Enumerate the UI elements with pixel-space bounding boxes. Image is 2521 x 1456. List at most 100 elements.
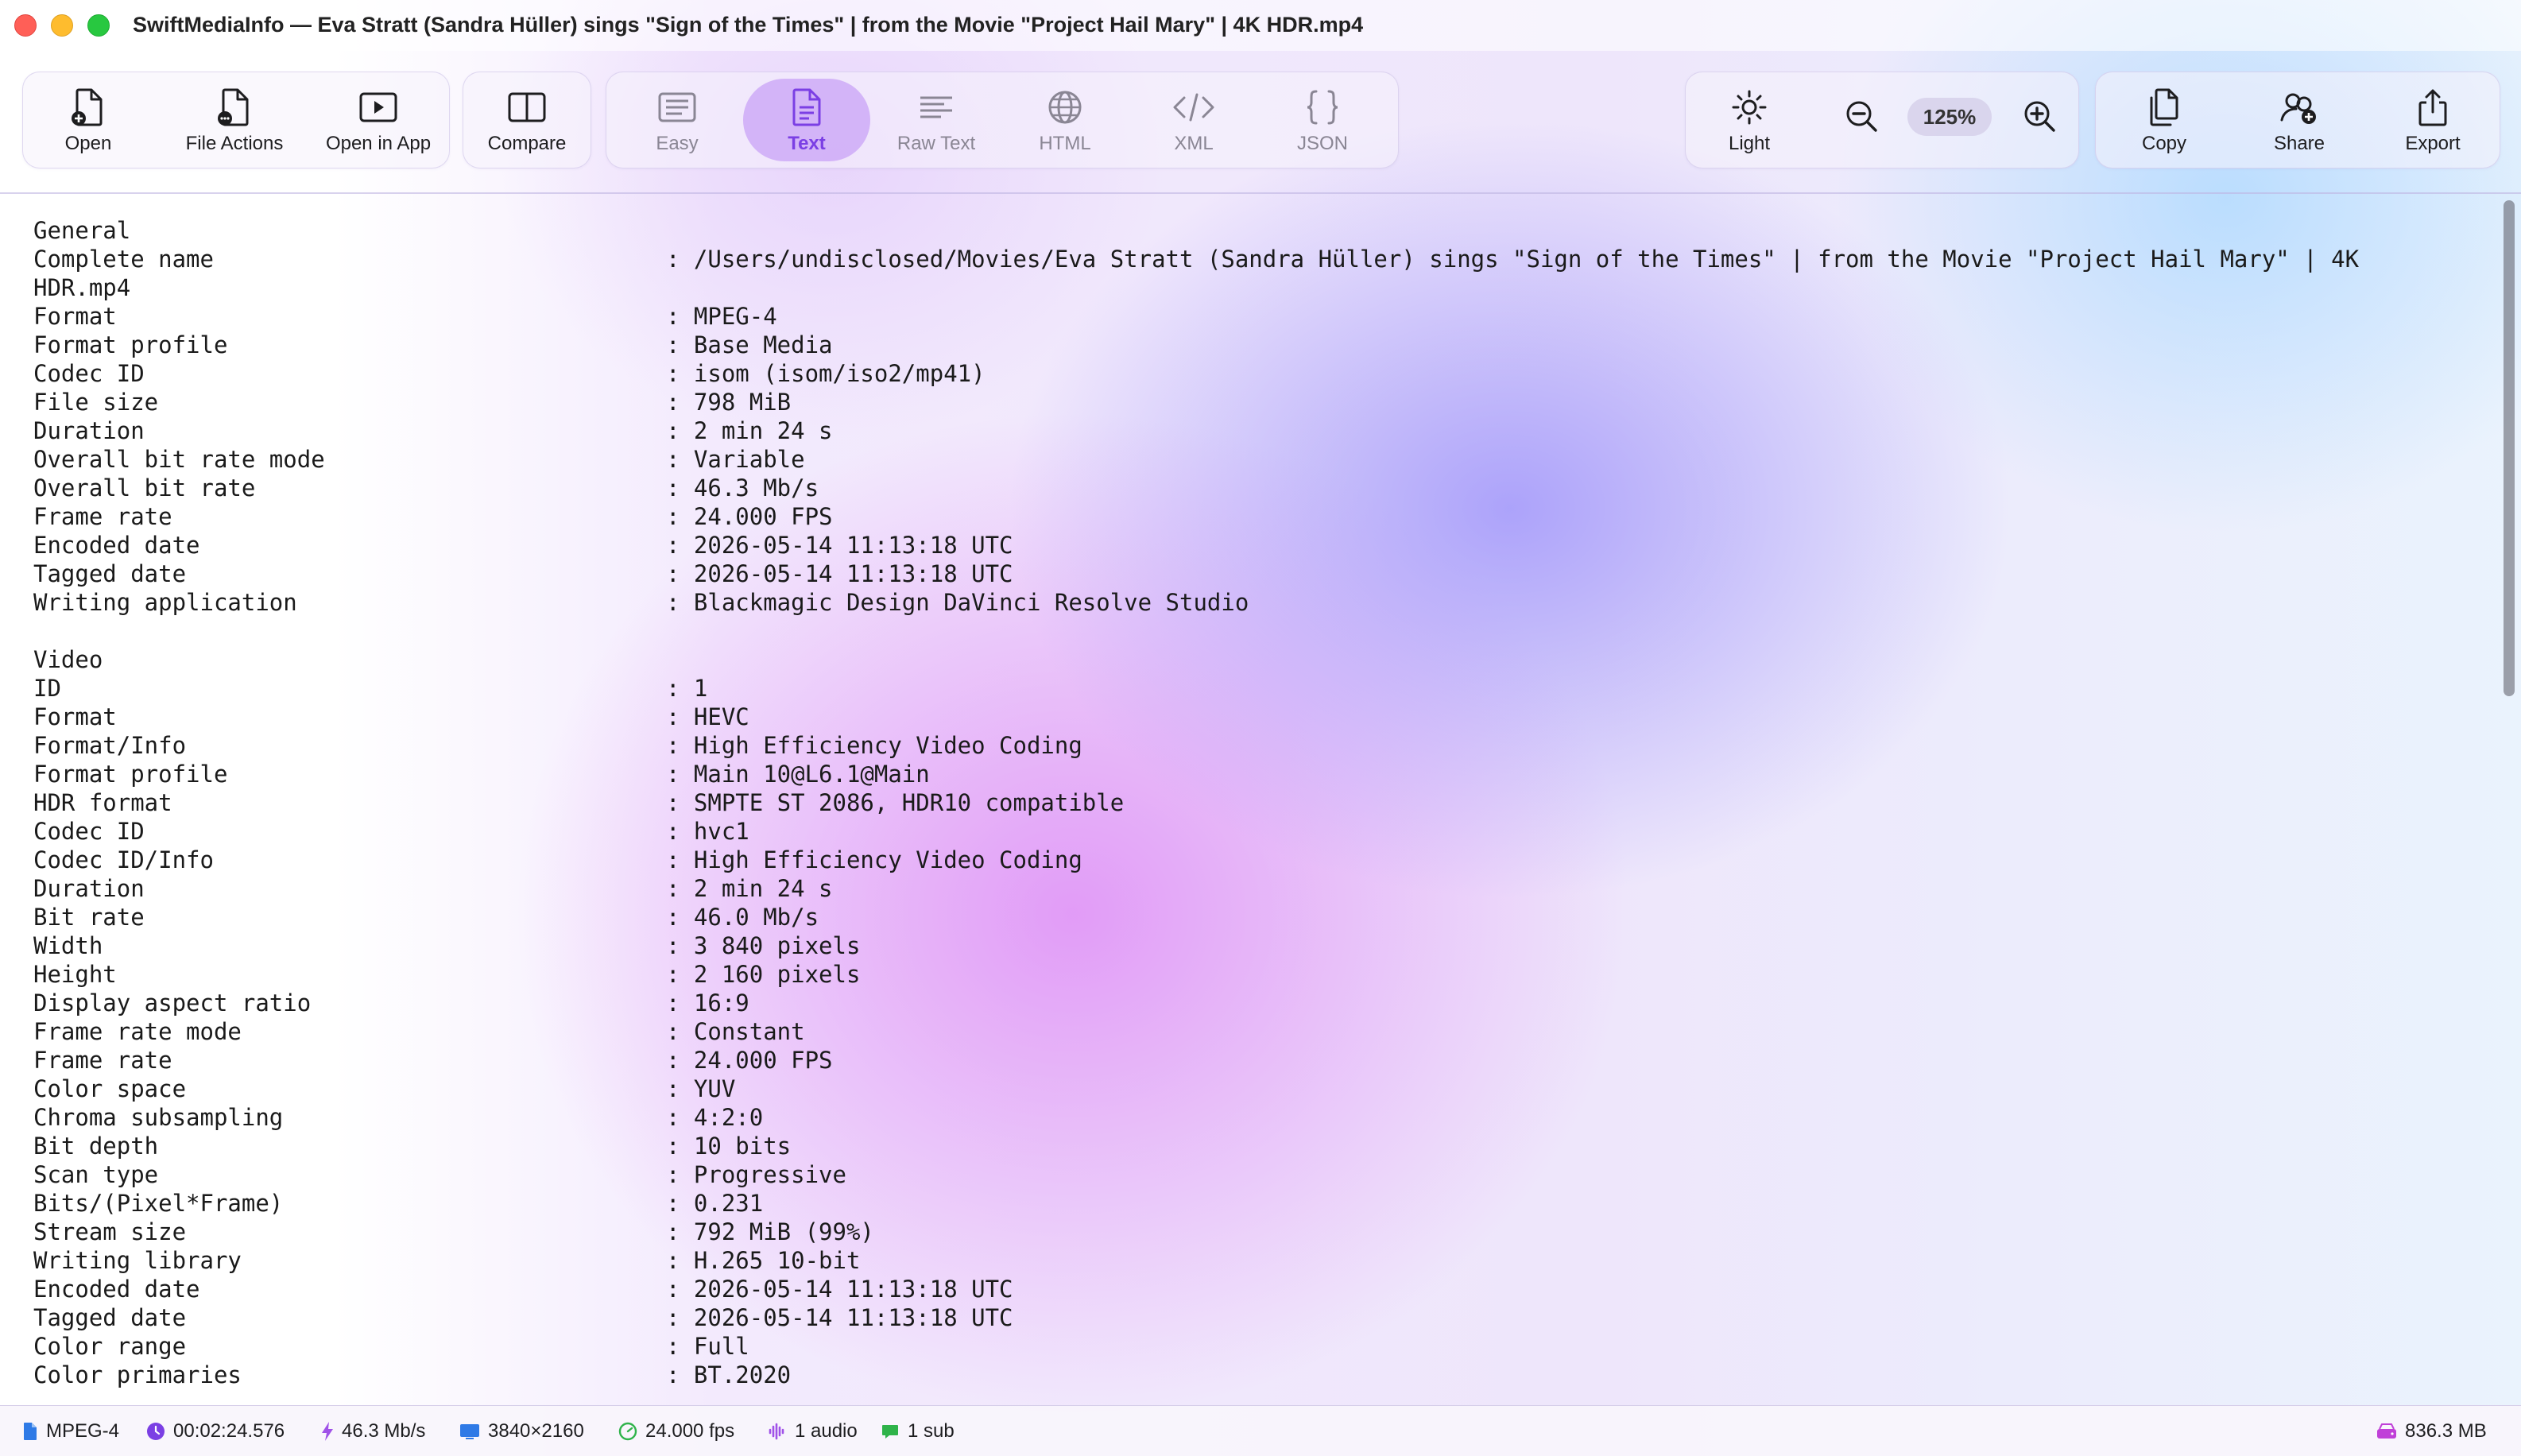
share-label: Share <box>2273 133 2325 154</box>
view-html-button[interactable]: HTML <box>1002 79 1128 161</box>
info-value: : HEVC <box>666 703 749 730</box>
info-key: Frame rate <box>33 503 172 530</box>
info-value: : 2026-05-14 11:13:18 UTC <box>666 560 1013 587</box>
curly-braces-icon <box>1303 87 1342 128</box>
copy-button[interactable]: Copy <box>2101 79 2228 161</box>
info-key: Format profile <box>33 331 228 358</box>
info-key: Encoded date <box>33 1276 200 1303</box>
info-value: : 0.231 <box>666 1190 764 1217</box>
copy-label: Copy <box>2141 133 2187 154</box>
zoom-level[interactable]: 125% <box>1907 98 1992 136</box>
info-value: : 4:2:0 <box>666 1104 764 1131</box>
info-key: Codec ID <box>33 818 145 845</box>
view-raw-text-button[interactable]: Raw Text <box>873 79 999 161</box>
status-bar: MPEG-4 00:02:24.576 46.3 Mb/s 3840×2160 <box>0 1405 2521 1456</box>
view-raw-text-label: Raw Text <box>896 133 976 154</box>
info-value: : 2026-05-14 11:13:18 UTC <box>666 532 1013 559</box>
info-key: Frame rate <box>33 1047 172 1074</box>
view-xml-button[interactable]: XML <box>1131 79 1257 161</box>
info-key: Color range <box>33 1333 187 1360</box>
info-key: Video <box>33 646 103 673</box>
status-size-text: 836.3 MB <box>2405 1420 2487 1442</box>
status-bitrate: 46.3 Mb/s <box>321 1419 425 1444</box>
info-value: : 2 min 24 s <box>666 417 833 444</box>
info-value: : Progressive <box>666 1161 846 1188</box>
info-value: : SMPTE ST 2086, HDR10 compatible <box>666 789 1125 816</box>
export-button[interactable]: Export <box>2371 79 2495 161</box>
info-key: Duration <box>33 875 145 902</box>
status-format: MPEG-4 <box>22 1419 119 1444</box>
info-value: : 1 <box>666 675 708 702</box>
info-value: : 46.0 Mb/s <box>666 904 819 931</box>
text-lines-icon <box>916 87 957 128</box>
info-value: : 2026-05-14 11:13:18 UTC <box>666 1304 1013 1331</box>
title-bar: SwiftMediaInfo — Eva Stratt (Sandra Hüll… <box>0 0 2521 51</box>
status-fps: 24.000 fps <box>618 1419 734 1444</box>
view-json-button[interactable]: JSON <box>1260 79 1385 161</box>
info-key: Width <box>33 932 103 959</box>
window-title: SwiftMediaInfo — Eva Stratt (Sandra Hüll… <box>133 13 1364 37</box>
close-window-button[interactable] <box>14 14 37 37</box>
open-in-app-button[interactable]: Open in App <box>312 79 444 161</box>
info-key: Display aspect ratio <box>33 989 312 1016</box>
file-actions-button[interactable]: File Actions <box>163 79 306 161</box>
theme-light-button[interactable]: Light <box>1690 79 1808 161</box>
info-value: : hvc1 <box>666 818 749 845</box>
info-value: : 2 min 24 s <box>666 875 833 902</box>
info-key: Scan type <box>33 1161 159 1188</box>
info-key: HDR format <box>33 789 172 816</box>
info-key: Tagged date <box>33 560 187 587</box>
view-text-label: Text <box>788 133 826 154</box>
status-size: 836.3 MB <box>2376 1419 2487 1444</box>
globe-icon <box>1046 87 1084 128</box>
mediainfo-text-view[interactable]: General Complete name: /Users/undisclosed… <box>0 194 2521 1405</box>
share-button[interactable]: Share <box>2236 79 2363 161</box>
file-actions-icon <box>215 87 254 128</box>
compare-group: Compare <box>463 72 591 168</box>
file-actions-label: File Actions <box>185 133 284 154</box>
view-text-button[interactable]: Text <box>743 79 870 161</box>
zoom-in-icon <box>2024 101 2055 132</box>
bolt-icon <box>322 1422 333 1441</box>
info-value: : /Users/undisclosed/Movies/Eva Stratt (… <box>666 246 2360 273</box>
view-html-label: HTML <box>1039 133 1091 154</box>
status-duration-text: 00:02:24.576 <box>173 1420 285 1442</box>
info-key: Frame rate mode <box>33 1018 242 1045</box>
zoom-window-button[interactable] <box>87 14 110 37</box>
zoom-out-button[interactable] <box>1841 95 1884 138</box>
info-key: Writing library <box>33 1247 242 1274</box>
sidebar-split-icon <box>506 87 548 128</box>
info-key: Format <box>33 303 117 330</box>
vertical-scrollbar-thumb[interactable] <box>2504 200 2515 696</box>
document-text-icon <box>789 87 824 128</box>
compare-button[interactable]: Compare <box>467 79 587 161</box>
zoom-in-button[interactable] <box>2019 95 2062 138</box>
info-value: : 24.000 FPS <box>666 503 833 530</box>
info-value: : YUV <box>666 1075 736 1102</box>
info-value: : 2 160 pixels <box>666 961 861 988</box>
waveform-icon <box>769 1423 784 1440</box>
info-key: Writing application <box>33 589 297 616</box>
status-duration: 00:02:24.576 <box>146 1419 285 1444</box>
status-subs-text: 1 sub <box>908 1420 955 1442</box>
info-value: : 46.3 Mb/s <box>666 474 819 501</box>
info-value: : MPEG-4 <box>666 303 777 330</box>
open-button[interactable]: Open <box>28 79 149 161</box>
info-value: : 792 MiB (99%) <box>666 1218 874 1245</box>
info-key: Stream size <box>33 1218 187 1245</box>
info-key: Format/Info <box>33 732 187 759</box>
status-subs: 1 sub <box>881 1419 955 1444</box>
info-key: HDR.mp4 <box>33 274 131 301</box>
info-key: Chroma subsampling <box>33 1104 284 1131</box>
info-key: ID <box>33 675 61 702</box>
info-key: Duration <box>33 417 145 444</box>
view-easy-button[interactable]: Easy <box>614 79 740 161</box>
status-format-text: MPEG-4 <box>46 1420 120 1442</box>
view-xml-label: XML <box>1174 133 1214 154</box>
minimize-window-button[interactable] <box>51 14 73 37</box>
app-window: SwiftMediaInfo — Eva Stratt (Sandra Hüll… <box>0 0 2521 1456</box>
info-key: Codec ID/Info <box>33 846 214 873</box>
speech-bubble-icon <box>882 1425 898 1439</box>
info-key: Color primaries <box>33 1361 242 1388</box>
info-value: : High Efficiency Video Coding <box>666 732 1082 759</box>
